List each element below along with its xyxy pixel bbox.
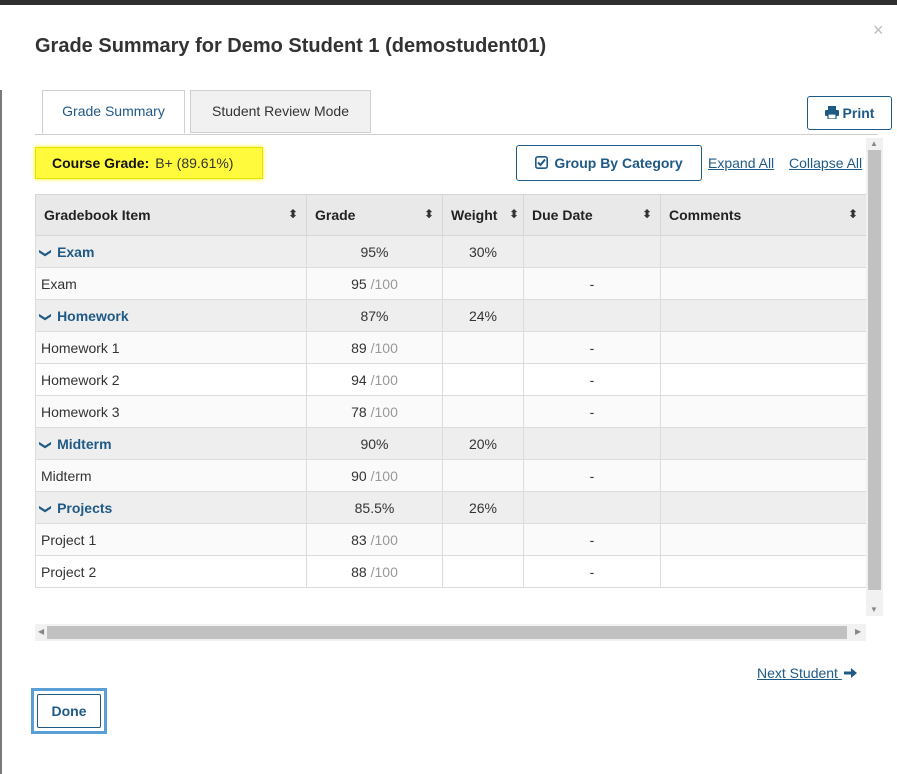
next-student-link[interactable]: Next Student xyxy=(757,665,857,681)
checkbox-checked-icon xyxy=(535,156,549,169)
window-left-border xyxy=(0,90,2,774)
table-row: Homework 3 78 /100 - xyxy=(35,395,866,428)
item-points: 89 xyxy=(351,339,367,356)
chevron-down-icon[interactable]: ❯ xyxy=(39,311,53,321)
table-row: Midterm 90 /100 - xyxy=(35,459,866,492)
item-name: Exam xyxy=(35,267,307,300)
chevron-down-icon[interactable]: ❯ xyxy=(39,503,53,513)
grades-table: Gradebook Item ⬍ Grade ⬍ Weight ⬍ Due Date ⬍… xyxy=(35,194,866,588)
tab-grade-summary[interactable]: Grade Summary xyxy=(42,90,185,134)
category-name: Midterm xyxy=(57,435,112,452)
col-header-weight[interactable]: Weight ⬍ xyxy=(442,194,524,236)
group-by-label: Group By Category xyxy=(554,155,683,171)
item-name: Project 1 xyxy=(35,523,307,556)
category-name: Projects xyxy=(57,499,113,516)
item-out-of: /100 xyxy=(370,563,398,580)
horizontal-scroll-thumb[interactable] xyxy=(47,626,847,639)
category-weight: 20% xyxy=(442,427,524,460)
col-header-comments[interactable]: Comments ⬍ xyxy=(660,194,866,236)
item-due-date: - xyxy=(523,395,661,428)
printer-icon xyxy=(824,106,839,120)
print-button[interactable]: Print xyxy=(807,96,892,130)
category-row[interactable]: ❯ Projects 85.5% 26% xyxy=(35,491,866,524)
item-name: Midterm xyxy=(35,459,307,492)
item-due-date: - xyxy=(523,267,661,300)
sort-icon[interactable]: ⬍ xyxy=(848,207,858,221)
vertical-scrollbar[interactable]: ▲ ▼ xyxy=(866,138,883,616)
category-weight: 26% xyxy=(442,491,524,524)
category-row[interactable]: ❯ Exam 95% 30% xyxy=(35,235,866,268)
sort-icon[interactable]: ⬍ xyxy=(288,207,298,221)
item-due-date: - xyxy=(523,331,661,364)
horizontal-scrollbar[interactable]: ◀ ▶ xyxy=(35,624,866,641)
item-points: 88 xyxy=(351,563,367,580)
sort-icon[interactable]: ⬍ xyxy=(424,207,434,221)
item-out-of: /100 xyxy=(370,371,398,388)
grades-table-container: Gradebook Item ⬍ Grade ⬍ Weight ⬍ Due Date ⬍… xyxy=(35,194,866,588)
item-out-of: /100 xyxy=(370,467,398,484)
category-name: Exam xyxy=(57,243,95,260)
table-header-row: Gradebook Item ⬍ Grade ⬍ Weight ⬍ Due Date ⬍… xyxy=(35,194,866,236)
print-label: Print xyxy=(842,105,875,121)
item-out-of: /100 xyxy=(370,339,398,356)
category-weight: 30% xyxy=(442,235,524,268)
done-button[interactable]: Done xyxy=(37,694,101,728)
table-row: Homework 1 89 /100 - xyxy=(35,331,866,364)
sort-icon[interactable]: ⬍ xyxy=(642,207,652,221)
close-icon[interactable]: × xyxy=(873,20,884,41)
vertical-scroll-thumb[interactable] xyxy=(868,150,881,590)
item-points: 78 xyxy=(351,403,367,420)
category-grade: 95% xyxy=(306,235,443,268)
item-name: Homework 2 xyxy=(35,363,307,396)
item-out-of: /100 xyxy=(370,275,398,292)
course-grade-value: B+ (89.61%) xyxy=(155,155,234,171)
course-grade-badge: Course Grade: B+ (89.61%) xyxy=(35,147,263,179)
item-out-of: /100 xyxy=(370,403,398,420)
item-due-date: - xyxy=(523,523,661,556)
category-row[interactable]: ❯ Homework 87% 24% xyxy=(35,299,866,332)
item-due-date: - xyxy=(523,363,661,396)
expand-all-link[interactable]: Expand All xyxy=(708,155,774,171)
item-points: 90 xyxy=(351,467,367,484)
col-header-gradebook-item[interactable]: Gradebook Item ⬍ xyxy=(35,194,307,236)
table-row: Exam 95 /100 - xyxy=(35,267,866,300)
category-grade: 85.5% xyxy=(306,491,443,524)
item-name: Project 2 xyxy=(35,555,307,588)
item-points: 83 xyxy=(351,531,367,548)
chevron-down-icon[interactable]: ❯ xyxy=(39,439,53,449)
group-by-category-button[interactable]: Group By Category xyxy=(516,145,702,181)
scroll-up-icon[interactable]: ▲ xyxy=(870,139,878,148)
item-name: Homework 1 xyxy=(35,331,307,364)
scroll-right-icon[interactable]: ▶ xyxy=(855,627,861,636)
item-points: 94 xyxy=(351,371,367,388)
tab-bar: Grade Summary Student Review Mode xyxy=(35,90,878,135)
table-row: Project 1 83 /100 - xyxy=(35,523,866,556)
sort-icon[interactable]: ⬍ xyxy=(509,207,519,221)
done-button-focus-ring: Done xyxy=(31,688,107,734)
item-due-date: - xyxy=(523,459,661,492)
chevron-down-icon[interactable]: ❯ xyxy=(39,247,53,257)
collapse-all-link[interactable]: Collapse All xyxy=(789,155,862,171)
arrow-right-icon xyxy=(843,668,857,678)
item-due-date: - xyxy=(523,555,661,588)
table-row: Project 2 88 /100 - xyxy=(35,555,866,588)
category-name: Homework xyxy=(57,307,129,324)
category-row[interactable]: ❯ Midterm 90% 20% xyxy=(35,427,866,460)
category-weight: 24% xyxy=(442,299,524,332)
tab-student-review-mode[interactable]: Student Review Mode xyxy=(190,90,371,133)
modal-title: Grade Summary for Demo Student 1 (demost… xyxy=(35,35,547,57)
item-name: Homework 3 xyxy=(35,395,307,428)
course-grade-label: Course Grade: xyxy=(52,155,150,171)
table-row: Homework 2 94 /100 - xyxy=(35,363,866,396)
col-header-grade[interactable]: Grade ⬍ xyxy=(306,194,443,236)
category-grade: 90% xyxy=(306,427,443,460)
scroll-left-icon[interactable]: ◀ xyxy=(38,627,44,636)
item-out-of: /100 xyxy=(370,531,398,548)
scroll-down-icon[interactable]: ▼ xyxy=(870,605,878,614)
col-header-due-date[interactable]: Due Date ⬍ xyxy=(523,194,661,236)
item-points: 95 xyxy=(351,275,367,292)
category-grade: 87% xyxy=(306,299,443,332)
